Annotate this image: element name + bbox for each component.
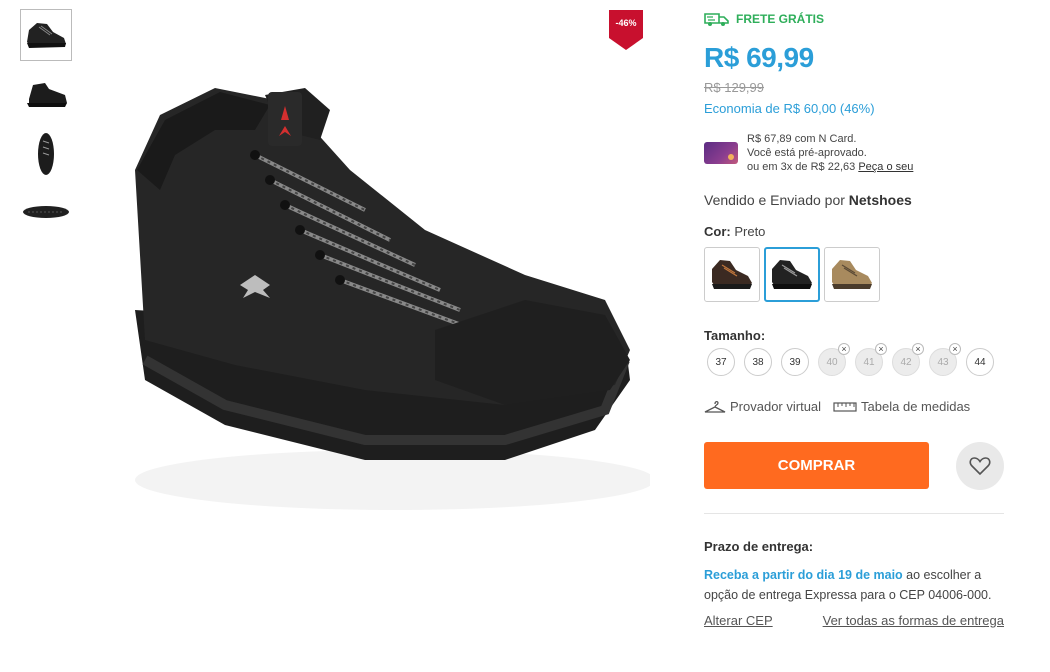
tan-boot-image	[832, 259, 872, 289]
ncard-image	[704, 142, 738, 164]
size-label: Tamanho:	[704, 328, 766, 343]
seller-name: Netshoes	[848, 192, 912, 208]
seller-prefix: Vendido e Enviado por	[704, 192, 845, 208]
size-option[interactable]: 38	[744, 348, 772, 376]
divider	[704, 513, 1004, 514]
color-value: Preto	[734, 224, 766, 239]
ruler-icon	[833, 401, 857, 412]
color-swatches	[704, 247, 884, 302]
ncard-text: R$ 67,89 com N Card. Você está pré-aprov…	[747, 132, 913, 174]
seller-info: Vendido e Enviado por Netshoes	[704, 192, 912, 208]
size-option[interactable]: 39	[781, 348, 809, 376]
thumbnail-sole-view[interactable]	[20, 186, 72, 238]
free-shipping-label: FRETE GRÁTIS	[704, 11, 824, 27]
thumbnail-list	[20, 9, 72, 245]
ncard-line-1: R$ 67,89 com N Card.	[747, 133, 857, 145]
ncard-line-3: ou em 3x de R$ 22,63	[747, 161, 856, 173]
delivery-links: Alterar CEP Ver todas as formas de entre…	[704, 613, 1004, 628]
old-price: R$ 129,99	[704, 80, 764, 95]
size-option[interactable]: 44	[966, 348, 994, 376]
unavailable-x-icon: ×	[949, 343, 961, 355]
size-option-label: 42	[900, 356, 912, 368]
color-label-title: Cor:	[704, 224, 731, 239]
virtual-fitting-label: Provador virtual	[730, 399, 822, 414]
color-swatch-black[interactable]	[764, 247, 820, 302]
size-option-unavailable[interactable]: 43 ×	[929, 343, 961, 376]
change-cep-link[interactable]: Alterar CEP	[704, 613, 773, 628]
unavailable-x-icon: ×	[838, 343, 850, 355]
size-option-unavailable[interactable]: 41 ×	[855, 343, 887, 376]
discount-badge: -46%	[609, 10, 643, 50]
virtual-fitting-link[interactable]: Provador virtual	[704, 399, 821, 414]
size-chart-label: Tabela de medidas	[861, 399, 971, 414]
brown-boot-image	[712, 259, 752, 289]
size-option-unavailable[interactable]: 42 ×	[892, 343, 924, 376]
color-swatch-tan[interactable]	[824, 247, 880, 302]
size-selector: 37 38 39 40 × 41 × 42 × 43 × 44	[707, 343, 1003, 376]
ncard-offer: R$ 67,89 com N Card. Você está pré-aprov…	[704, 132, 913, 174]
ncard-line-2: Você está pré-aprovado.	[747, 147, 867, 159]
all-delivery-options-link[interactable]: Ver todas as formas de entrega	[823, 613, 1004, 628]
size-option-label: 38	[752, 356, 764, 368]
truck-icon	[704, 13, 729, 26]
size-option-label: 40	[826, 356, 838, 368]
size-option-label: 41	[863, 356, 875, 368]
hanger-icon	[704, 400, 726, 413]
unavailable-x-icon: ×	[875, 343, 887, 355]
boot-thumbnail-image	[38, 133, 54, 175]
free-shipping-text: FRETE GRÁTIS	[736, 12, 825, 26]
boot-thumbnail-image	[27, 83, 67, 107]
size-chart-link[interactable]: Tabela de medidas	[833, 399, 970, 414]
color-swatch-brown[interactable]	[704, 247, 760, 302]
thumbnail-top-view[interactable]	[20, 127, 72, 179]
size-option-label: 39	[789, 356, 801, 368]
black-boot-image	[135, 88, 655, 510]
buy-button[interactable]: COMPRAR	[704, 442, 929, 489]
delivery-title: Prazo de entrega:	[704, 539, 814, 554]
wishlist-button[interactable]	[956, 442, 1004, 490]
size-option-label: 44	[974, 356, 986, 368]
ncard-request-link[interactable]: Peça o seu	[858, 161, 913, 173]
current-price: R$ 69,99	[704, 42, 814, 73]
black-boot-image	[772, 259, 812, 289]
delivery-text: Receba a partir do dia 19 de maio ao esc…	[704, 565, 1004, 605]
thumbnail-side-view[interactable]	[20, 9, 72, 61]
size-option-label: 37	[715, 356, 727, 368]
size-option-unavailable[interactable]: 40 ×	[818, 343, 850, 376]
delivery-date-highlight: Receba a partir do dia 19 de maio	[704, 568, 903, 582]
product-main-image[interactable]	[105, 60, 655, 550]
size-option-label: 43	[937, 356, 949, 368]
saving-text: Economia de R$ 60,00 (46%)	[704, 101, 875, 116]
boot-thumbnail-image	[27, 23, 66, 48]
heart-icon	[969, 457, 991, 476]
discount-badge-text: -46%	[615, 18, 637, 28]
boot-thumbnail-image	[23, 206, 69, 218]
color-label: Cor: Preto	[704, 224, 765, 239]
unavailable-x-icon: ×	[912, 343, 924, 355]
fitting-tools: Provador virtual Tabela de medidas	[704, 399, 982, 414]
thumbnail-back-view[interactable]	[20, 68, 72, 120]
size-option[interactable]: 37	[707, 348, 735, 376]
